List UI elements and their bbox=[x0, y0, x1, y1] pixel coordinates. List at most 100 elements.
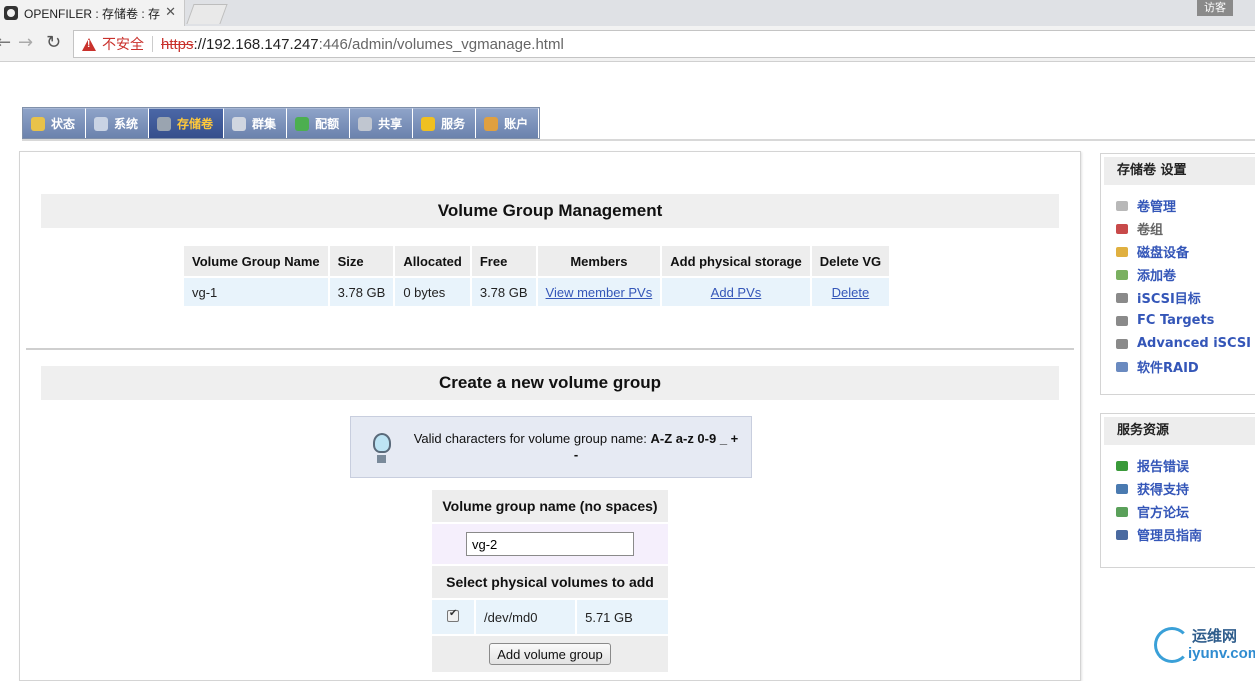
sidebar-item-disk[interactable]: 磁盘设备 bbox=[1116, 240, 1255, 263]
sidebar-item-forum[interactable]: 官方论坛 bbox=[1116, 500, 1255, 523]
create-vg-title: Create a new volume group bbox=[41, 366, 1059, 400]
sidebar-item-volume-group[interactable]: 卷组 bbox=[1116, 217, 1255, 240]
sidebar-item-label: 卷组 bbox=[1137, 223, 1164, 238]
sidebar-item-iscsi-target[interactable]: iSCSI目标 bbox=[1116, 286, 1255, 309]
guest-profile-badge[interactable]: 访客 bbox=[1197, 0, 1233, 16]
page: 状态 系统 存储卷 群集 配额 共享 服务 账户 Volume Group Managemen… bbox=[0, 63, 1255, 681]
delete-vg-link[interactable]: Delete bbox=[832, 285, 870, 300]
reload-icon[interactable]: ↻ bbox=[46, 34, 61, 52]
add-pvs-link-cell: Add PVs bbox=[662, 278, 810, 306]
pv-size: 5.71 GB bbox=[577, 600, 668, 634]
service-resources-title: 服务资源 bbox=[1104, 417, 1255, 445]
browser-tab-title: OPENFILER : 存储卷 : 存 bbox=[24, 6, 161, 21]
sidebar-item-raid[interactable]: 软件RAID bbox=[1116, 355, 1255, 378]
sidebar-item-support[interactable]: 获得支持 bbox=[1116, 477, 1255, 500]
delete-vg-link-cell: Delete bbox=[811, 278, 890, 306]
nav-tab-7[interactable]: 账户 bbox=[476, 108, 540, 138]
sidebar-item-label: 软件RAID bbox=[1137, 361, 1199, 376]
vg-free-cell: 3.78 GB bbox=[471, 278, 536, 306]
create-vg-form: Volume group name (no spaces) Select phy… bbox=[430, 488, 670, 674]
browser-tab[interactable]: OPENFILER : 存储卷 : 存 ✕ bbox=[0, 0, 185, 26]
not-secure-label[interactable]: 不安全 bbox=[102, 34, 144, 54]
nav-tab-label: 配额 bbox=[315, 117, 340, 131]
quota-icon bbox=[295, 116, 310, 131]
vg-name-header: Volume group name (no spaces) bbox=[432, 490, 668, 522]
hint-text: Valid characters for volume group name: … bbox=[411, 431, 741, 463]
table-header-row: Volume Group Name Size Allocated Free Member… bbox=[184, 246, 890, 276]
sidebar-item-label: iSCSI目标 bbox=[1137, 292, 1201, 307]
pv-checkbox[interactable] bbox=[447, 608, 459, 622]
storage-settings-panel: 存储卷 设置 卷管理卷组磁盘设备添加卷 iSCSI目标 FC Targets Adva… bbox=[1100, 153, 1255, 395]
column-header: Add physical storage bbox=[662, 246, 810, 276]
add-volume-group-button[interactable]: Add volume group bbox=[489, 643, 611, 665]
sidebar-item-guide[interactable]: 管理员指南 bbox=[1116, 523, 1255, 546]
sidebar-item-label: 卷管理 bbox=[1137, 200, 1177, 215]
nav-tab-label: 状态 bbox=[51, 117, 76, 131]
fc-targets-icon bbox=[1116, 315, 1128, 326]
url-host: ://192.168.147.247 bbox=[193, 35, 319, 53]
watermark-logo-icon bbox=[1154, 627, 1190, 663]
vg-name-input[interactable] bbox=[466, 532, 634, 556]
nav-tab-6[interactable]: 服务 bbox=[413, 108, 477, 138]
forum-icon bbox=[1116, 506, 1128, 517]
column-header: Volume Group Name bbox=[184, 246, 328, 276]
nav-tab-label: 群集 bbox=[252, 117, 277, 131]
volume-mgmt-icon bbox=[1116, 200, 1128, 211]
table-row: vg-1 3.78 GB 0 bytes 3.78 GB View member PVs… bbox=[184, 278, 890, 306]
nav-tab-label: 服务 bbox=[441, 117, 466, 131]
services-icon bbox=[421, 116, 436, 131]
view-member-pvs-link[interactable]: View member PVs bbox=[546, 285, 653, 300]
nav-tab-3[interactable]: 群集 bbox=[224, 108, 288, 138]
warning-icon bbox=[82, 37, 96, 51]
bug-icon bbox=[1116, 460, 1128, 471]
nav-tab-2[interactable]: 存储卷 bbox=[149, 108, 225, 138]
name-hint-box: Valid characters for volume group name: … bbox=[350, 416, 752, 478]
storage-settings-list: 卷管理卷组磁盘设备添加卷 iSCSI目标 FC Targets Advanced iS… bbox=[1101, 188, 1255, 378]
main-navigation: 状态 系统 存储卷 群集 配额 共享 服务 账户 bbox=[22, 107, 541, 139]
sidebar-item-add-volume[interactable]: 添加卷 bbox=[1116, 263, 1255, 286]
close-tab-icon[interactable]: ✕ bbox=[165, 5, 176, 20]
sidebar-item-label: 获得支持 bbox=[1137, 483, 1190, 498]
sidebar-item-label: 管理员指南 bbox=[1137, 529, 1203, 544]
nav-tab-4[interactable]: 配额 bbox=[287, 108, 351, 138]
sidebar-item-label: FC Targets bbox=[1137, 313, 1215, 328]
nav-tab-label: 系统 bbox=[114, 117, 139, 131]
hint-prefix: Valid characters for volume group name: bbox=[413, 431, 651, 446]
view-member-pvs-link-cell: View member PVs bbox=[537, 278, 661, 306]
add-pvs-link[interactable]: Add PVs bbox=[711, 285, 762, 300]
vg-name-cell: vg-1 bbox=[184, 278, 328, 306]
storage-settings-title: 存储卷 设置 bbox=[1104, 157, 1255, 185]
forward-arrow-icon[interactable]: → bbox=[18, 34, 33, 52]
nav-tab-0[interactable]: 状态 bbox=[23, 108, 87, 138]
sidebar-item-bug[interactable]: 报告错误 bbox=[1116, 454, 1255, 477]
lightbulb-icon bbox=[373, 433, 391, 463]
pv-check-cell bbox=[432, 600, 474, 634]
url-path: :446/admin/volumes_vgmanage.html bbox=[318, 35, 564, 53]
sidebar-item-label: 官方论坛 bbox=[1137, 506, 1190, 521]
sidebar-item-fc-targets[interactable]: FC Targets bbox=[1116, 309, 1255, 332]
status-icon bbox=[31, 116, 45, 131]
new-tab-button[interactable] bbox=[186, 4, 228, 24]
disk-icon bbox=[1116, 246, 1128, 257]
support-icon bbox=[1116, 483, 1128, 494]
sidebar-item-volume-mgmt[interactable]: 卷管理 bbox=[1116, 194, 1255, 217]
address-bar[interactable]: 不安全 https://192.168.147.247:446/admin/vo… bbox=[73, 30, 1255, 58]
nav-tab-1[interactable]: 系统 bbox=[86, 108, 150, 138]
submit-cell: Add volume group bbox=[432, 636, 668, 672]
vg-allocated-cell: 0 bytes bbox=[395, 278, 470, 306]
back-arrow-icon[interactable]: ← bbox=[0, 34, 11, 52]
watermark-en: iyunv.com bbox=[1188, 645, 1255, 662]
vg-size-cell: 3.78 GB bbox=[329, 278, 394, 306]
table-body: vg-1 3.78 GB 0 bytes 3.78 GB View member PVs… bbox=[184, 278, 890, 306]
content-panel: Volume Group Management Volume Group Nam… bbox=[19, 151, 1081, 681]
nav-tab-5[interactable]: 共享 bbox=[350, 108, 414, 138]
sidebar-item-label: 添加卷 bbox=[1137, 269, 1177, 284]
sidebar-item-advanced-iscsi[interactable]: Advanced iSCSI bbox=[1116, 332, 1255, 355]
guide-icon bbox=[1116, 529, 1128, 540]
shares-icon bbox=[358, 116, 373, 131]
cluster-icon bbox=[232, 116, 247, 131]
system-icon bbox=[94, 116, 109, 131]
vg-name-cell bbox=[432, 524, 668, 564]
watermark-cn: 运维网 bbox=[1192, 627, 1238, 645]
browser-tab-bar: OPENFILER : 存储卷 : 存 ✕ 访客 bbox=[0, 0, 1255, 26]
